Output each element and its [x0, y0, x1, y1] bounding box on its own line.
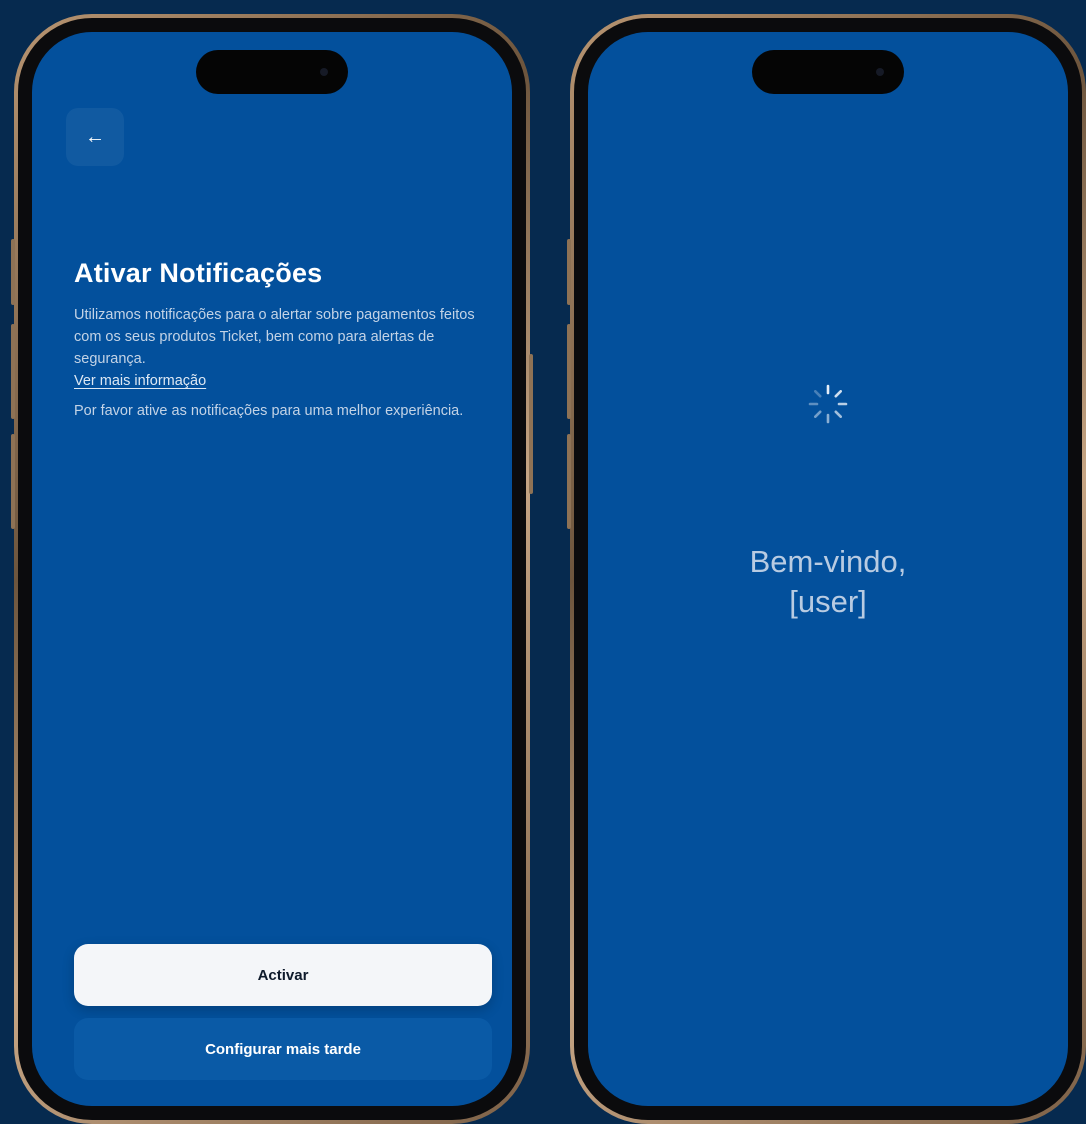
prompt-text: Por favor ative as notificações para uma…	[74, 403, 464, 419]
arrow-left-icon: ←	[85, 126, 105, 148]
loading-spinner-icon	[808, 384, 848, 424]
description-text: Utilizamos notificações para o alertar s…	[74, 307, 475, 367]
welcome-greeting: Bem-vindo,	[749, 544, 907, 579]
dynamic-island	[752, 50, 904, 94]
welcome-message: Bem-vindo, [user]	[588, 542, 1068, 622]
welcome-username: [user]	[789, 584, 867, 619]
more-info-link[interactable]: Ver mais informação	[74, 373, 206, 389]
phone-bezel: Bem-vindo, [user]	[574, 18, 1082, 1120]
description-block: Utilizamos notificações para o alertar s…	[74, 304, 484, 422]
volume-down-button	[567, 324, 571, 419]
silent-switch	[11, 434, 15, 529]
configure-later-button[interactable]: Configurar mais tarde	[74, 1018, 492, 1080]
phone-welcome: Bem-vindo, [user]	[567, 14, 1086, 1124]
volume-up-button	[11, 239, 15, 305]
phone-notifications: ← Ativar Notificações Utilizamos notific…	[11, 14, 533, 1124]
phone-bezel: ← Ativar Notificações Utilizamos notific…	[18, 18, 526, 1120]
power-button	[529, 354, 533, 494]
page-title: Ativar Notificações	[74, 258, 323, 288]
dynamic-island	[196, 50, 348, 94]
back-button[interactable]: ←	[66, 108, 124, 166]
volume-up-button	[567, 239, 571, 305]
notifications-screen: ← Ativar Notificações Utilizamos notific…	[32, 32, 512, 1106]
welcome-screen: Bem-vindo, [user]	[588, 32, 1068, 1106]
silent-switch	[567, 434, 571, 529]
activate-button[interactable]: Activar	[74, 944, 492, 1006]
volume-down-button	[11, 324, 15, 419]
